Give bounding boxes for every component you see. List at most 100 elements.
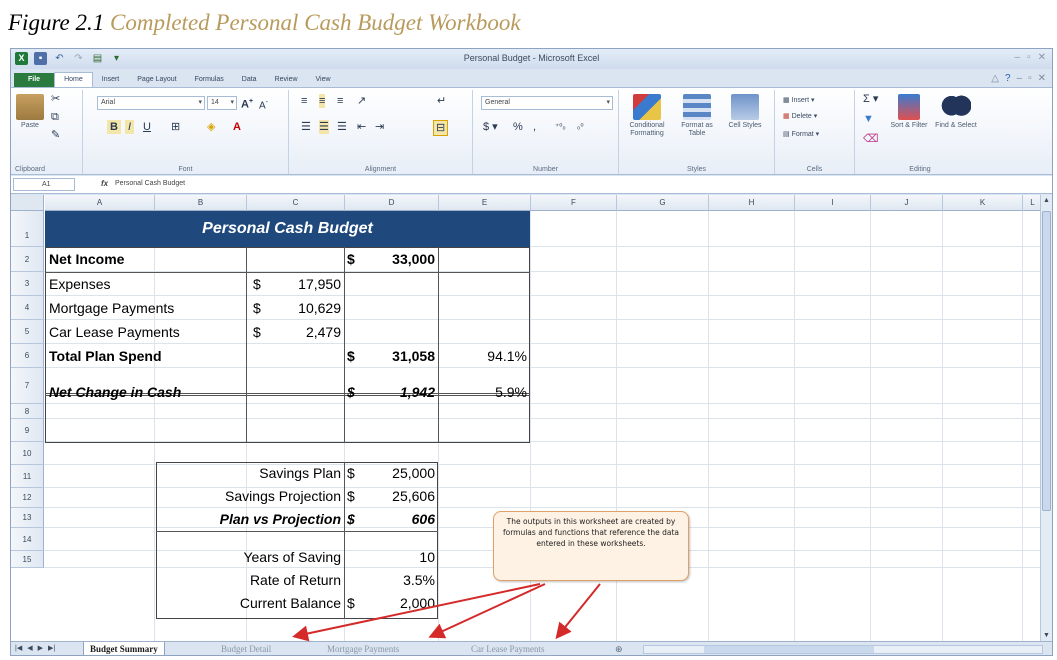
sheet-tab-mortgage-payments[interactable]: Mortgage Payments <box>321 642 405 655</box>
row-header-2[interactable]: 2 <box>11 247 44 272</box>
net-change-value[interactable]: 1,942 <box>361 384 435 400</box>
fill-color-icon[interactable]: ◈ <box>207 120 215 134</box>
tab-review[interactable]: Review <box>266 73 307 87</box>
row-header-10[interactable]: 10 <box>11 442 44 465</box>
tab-view[interactable]: View <box>307 73 340 87</box>
merge-center-icon[interactable]: ⊟ <box>433 120 449 136</box>
font-size-select[interactable]: 14 ▾ <box>207 96 237 110</box>
plan-vs-projection-label[interactable]: Plan vs Projection <box>161 511 341 527</box>
paste-button[interactable]: Paste <box>15 94 45 130</box>
row-header-1[interactable]: 1 <box>11 211 44 247</box>
current-balance-label[interactable]: Current Balance <box>161 595 341 611</box>
sort-filter-button[interactable]: Sort & Filter <box>889 94 929 130</box>
close-icon[interactable]: ✕ <box>1038 52 1046 63</box>
underline-button[interactable]: U <box>143 120 151 134</box>
horizontal-scroll-thumb[interactable] <box>704 646 874 653</box>
increase-decimal-icon[interactable]: ⁺⁰₀ <box>555 120 566 134</box>
orientation-icon[interactable]: ↗ <box>357 94 366 108</box>
format-as-table-button[interactable]: Format as Table <box>675 94 719 138</box>
doc-minimize-icon[interactable]: – <box>1017 73 1023 84</box>
mortgage-value[interactable]: 10,629 <box>267 300 341 316</box>
insert-button[interactable]: ▦ Insert ▾ <box>783 96 815 106</box>
insert-function-icon[interactable]: fx <box>101 179 108 188</box>
column-header-d[interactable]: D <box>345 195 439 211</box>
sheet-tab-budget-detail[interactable]: Budget Detail <box>215 642 277 655</box>
total-spend-percent[interactable]: 94.1% <box>441 348 527 364</box>
rate-return-value[interactable]: 3.5% <box>361 572 435 588</box>
align-right-icon[interactable]: ☰ <box>337 120 347 134</box>
delete-button[interactable]: ▦ Delete ▾ <box>783 112 817 122</box>
comma-style-icon[interactable]: , <box>533 120 536 134</box>
budget-header-cell[interactable]: Personal Cash Budget <box>45 211 530 247</box>
savings-projection-value[interactable]: 25,606 <box>361 488 435 504</box>
font-name-select[interactable]: Arial ▾ <box>97 96 205 110</box>
row-header-14[interactable]: 14 <box>11 528 44 551</box>
row-header-9[interactable]: 9 <box>11 419 44 442</box>
row-header-3[interactable]: 3 <box>11 272 44 296</box>
expenses-label[interactable]: Expenses <box>49 276 110 292</box>
vertical-scroll-thumb[interactable] <box>1042 211 1051 511</box>
sheet-tab-car-lease-payments[interactable]: Car Lease Payments <box>465 642 550 655</box>
sheet-tab-budget-summary[interactable]: Budget Summary <box>83 642 165 655</box>
row-header-15[interactable]: 15 <box>11 551 44 568</box>
shrink-font-icon[interactable]: A- <box>259 96 268 113</box>
grow-font-icon[interactable]: A+ <box>241 95 253 112</box>
row-header-8[interactable]: 8 <box>11 404 44 419</box>
format-painter-icon[interactable]: ✎ <box>51 128 60 142</box>
row-header-4[interactable]: 4 <box>11 296 44 320</box>
cut-icon[interactable]: ✂ <box>51 92 60 106</box>
format-button[interactable]: ▤ Format ▾ <box>783 130 819 140</box>
fill-icon[interactable]: ▼ <box>863 112 874 126</box>
column-header-e[interactable]: E <box>439 195 531 211</box>
bold-button[interactable]: B <box>107 120 121 134</box>
copy-icon[interactable]: ⧉ <box>51 110 59 124</box>
worksheet-grid[interactable]: ABCDEFGHIJKL 1 2 3 4 5 6 7 8 9 10 11 12 13 14 15 Perso… <box>11 195 1042 641</box>
tab-data[interactable]: Data <box>233 73 266 87</box>
wrap-text-icon[interactable]: ↵ <box>437 94 446 108</box>
rate-return-label[interactable]: Rate of Return <box>161 572 341 588</box>
autosum-icon[interactable]: Σ ▾ <box>863 92 878 106</box>
column-header-k[interactable]: K <box>943 195 1023 211</box>
column-header-i[interactable]: I <box>795 195 871 211</box>
next-sheet-icon[interactable]: ▶ <box>38 644 43 652</box>
column-header-a[interactable]: A <box>45 195 155 211</box>
total-spend-label[interactable]: Total Plan Spend <box>49 348 162 364</box>
align-center-icon[interactable]: ☰ <box>319 120 329 134</box>
minimize-icon[interactable]: – <box>1015 52 1021 63</box>
scroll-up-icon[interactable]: ▲ <box>1041 197 1052 204</box>
car-lease-label[interactable]: Car Lease Payments <box>49 324 180 340</box>
cell-styles-button[interactable]: Cell Styles <box>723 94 767 130</box>
horizontal-scrollbar[interactable] <box>643 645 1043 654</box>
column-header-f[interactable]: F <box>531 195 617 211</box>
select-all-corner[interactable] <box>11 195 44 211</box>
align-top-icon[interactable]: ≡ <box>301 94 307 108</box>
savings-plan-value[interactable]: 25,000 <box>361 465 435 481</box>
tab-insert[interactable]: Insert <box>93 73 129 87</box>
percent-style-icon[interactable]: % <box>513 120 523 134</box>
decrease-decimal-icon[interactable]: ₀⁰ <box>577 120 584 134</box>
row-header-11[interactable]: 11 <box>11 465 44 488</box>
conditional-formatting-button[interactable]: Conditional Formatting <box>623 94 671 138</box>
years-saving-value[interactable]: 10 <box>361 549 435 565</box>
plan-vs-projection-value[interactable]: 606 <box>361 511 435 527</box>
find-select-button[interactable]: Find & Select <box>935 94 977 130</box>
expenses-value[interactable]: 17,950 <box>267 276 341 292</box>
last-sheet-icon[interactable]: ▶| <box>48 644 55 652</box>
insert-sheet-icon[interactable]: ⊕ <box>609 642 629 655</box>
tab-home[interactable]: Home <box>54 72 93 87</box>
row-header-5[interactable]: 5 <box>11 320 44 344</box>
car-lease-value[interactable]: 2,479 <box>267 324 341 340</box>
column-header-b[interactable]: B <box>155 195 247 211</box>
clear-icon[interactable]: ⌫ <box>863 132 879 146</box>
column-header-c[interactable]: C <box>247 195 345 211</box>
row-header-12[interactable]: 12 <box>11 488 44 508</box>
row-header-7[interactable]: 7 <box>11 368 44 404</box>
decrease-indent-icon[interactable]: ⇤ <box>357 120 366 134</box>
font-color-icon[interactable]: A <box>233 120 241 134</box>
align-middle-icon[interactable]: ≡ <box>319 94 326 108</box>
tab-formulas[interactable]: Formulas <box>186 73 233 87</box>
restore-icon[interactable]: ▫ <box>1027 52 1031 63</box>
currency-format-icon[interactable]: $ ▾ <box>483 120 498 134</box>
net-income-value[interactable]: 33,000 <box>361 251 435 267</box>
borders-icon[interactable]: ⊞ <box>171 120 180 134</box>
